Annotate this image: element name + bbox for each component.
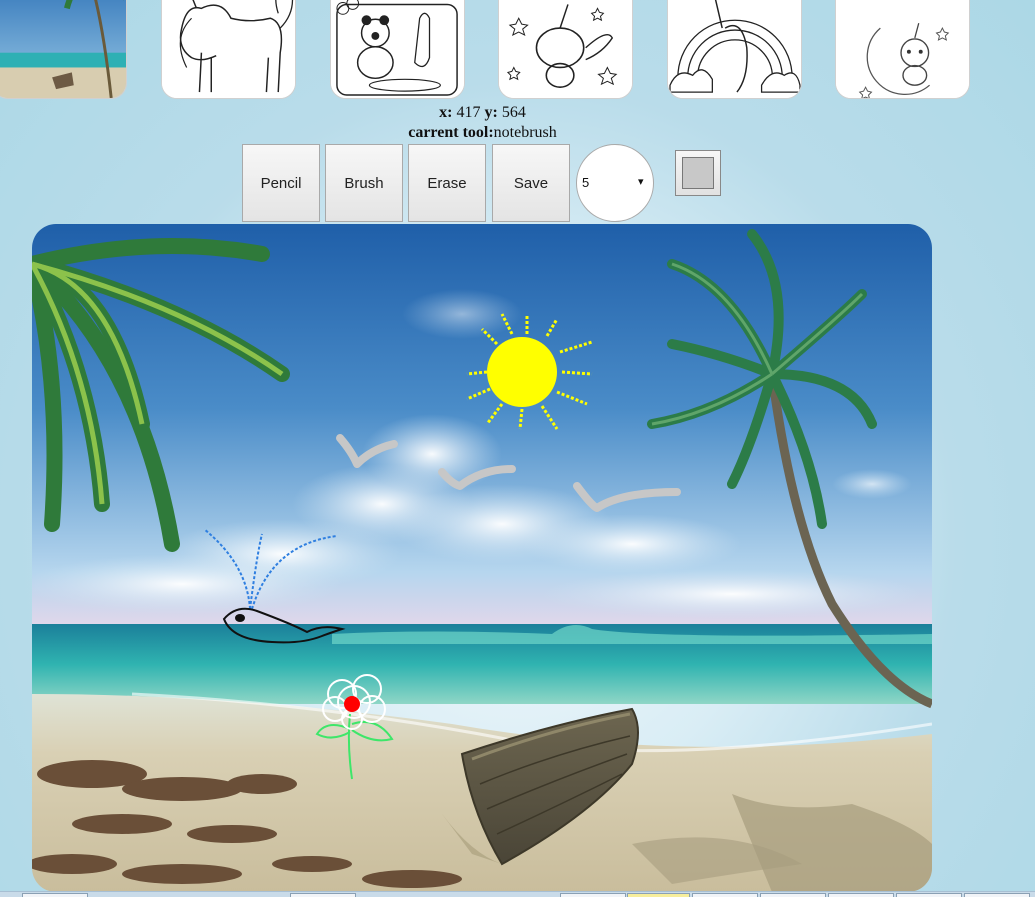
x-value: 417: [456, 104, 481, 121]
thumbnail-winged-unicorn[interactable]: [498, 0, 633, 99]
erase-button[interactable]: Erase: [408, 144, 486, 222]
taskbar-item[interactable]: [828, 893, 894, 897]
taskbar-item[interactable]: [760, 893, 826, 897]
pencil-button[interactable]: Pencil: [242, 144, 320, 222]
dropdown-arrow-icon: ▾: [638, 176, 644, 188]
brush-size-value: 5: [582, 175, 590, 190]
y-label: y:: [484, 104, 498, 121]
coordinate-readout: x: 417 y: 564 carrent tool:notebrush: [0, 103, 965, 143]
taskbar-item[interactable]: [22, 893, 88, 897]
drawing-canvas[interactable]: [32, 224, 932, 892]
taskbar-item[interactable]: [290, 893, 356, 897]
thumbnail-beach-scene[interactable]: [0, 0, 127, 99]
taskbar-item[interactable]: [964, 893, 1030, 897]
current-tool: carrent tool:notebrush: [0, 123, 965, 143]
taskbar-item[interactable]: [627, 893, 690, 897]
color-swatch: [682, 157, 714, 189]
tool-value: notebrush: [493, 124, 557, 141]
color-picker[interactable]: [675, 150, 721, 196]
y-value: 564: [501, 104, 526, 121]
brush-size-select[interactable]: 5 ▾: [576, 144, 654, 222]
thumbnail-winnie-the-pooh[interactable]: [330, 0, 465, 99]
thumbnail-unicorn-rainbow[interactable]: [667, 0, 802, 99]
brush-button[interactable]: Brush: [325, 144, 403, 222]
tool-label: carrent tool:: [408, 124, 494, 141]
taskbar: [0, 891, 1035, 897]
taskbar-item[interactable]: [896, 893, 962, 897]
taskbar-item[interactable]: [692, 893, 758, 897]
save-button[interactable]: Save: [492, 144, 570, 222]
x-label: x:: [439, 104, 453, 121]
cursor-position: x: 417 y: 564: [0, 103, 965, 123]
thumbnail-unicorn-moon[interactable]: [835, 0, 970, 99]
taskbar-item[interactable]: [560, 893, 626, 897]
thumbnail-unicorn-outline[interactable]: [161, 0, 296, 99]
thumbnail-strip: [0, 0, 1035, 100]
